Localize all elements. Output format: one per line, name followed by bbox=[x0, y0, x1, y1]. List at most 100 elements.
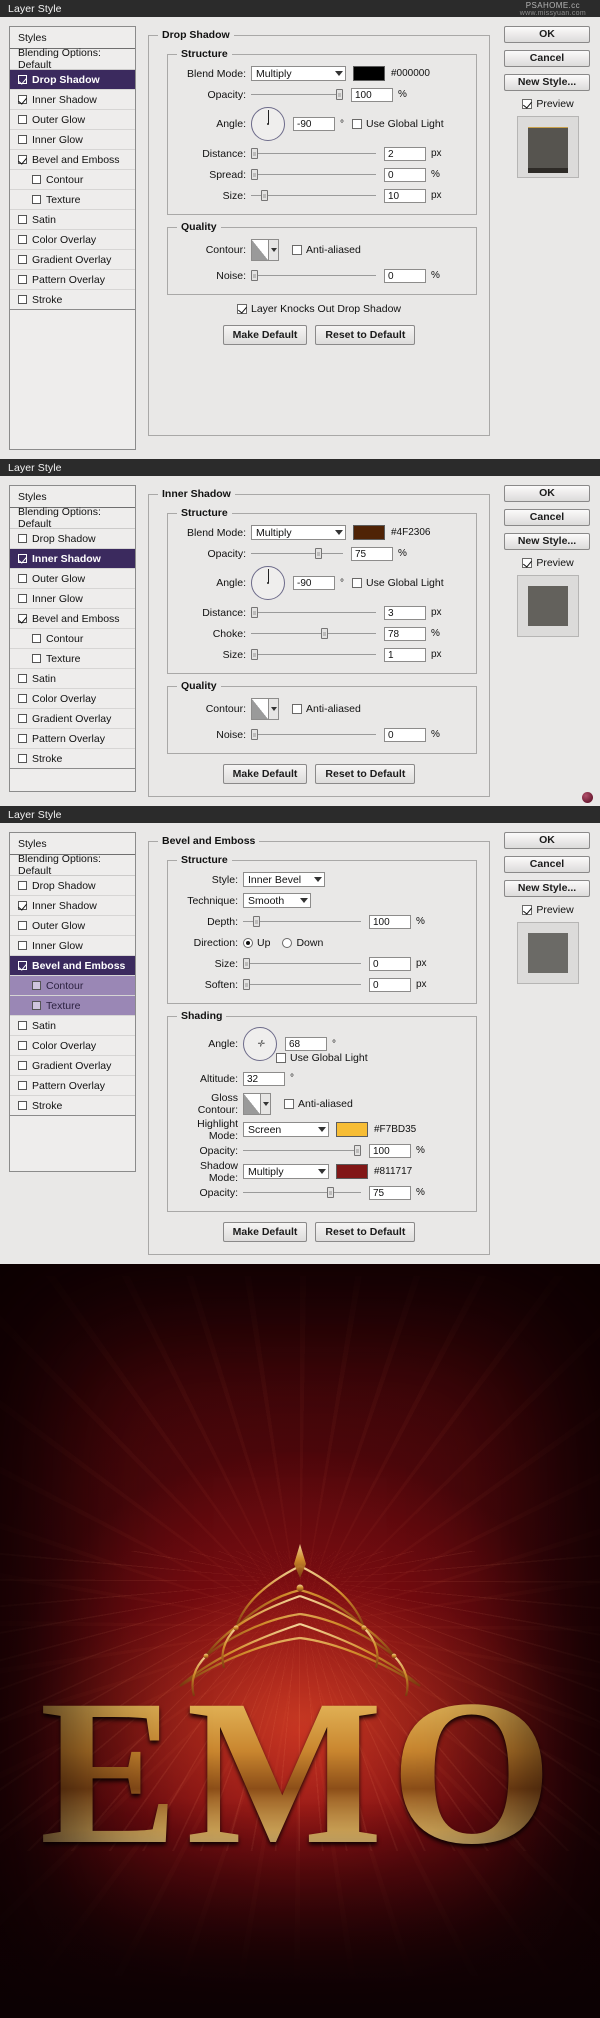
slider-knob[interactable] bbox=[243, 958, 250, 969]
checkbox-stroke[interactable] bbox=[18, 1101, 27, 1110]
angle-input[interactable]: -90 bbox=[293, 576, 335, 590]
checkbox-gradient-overlay[interactable] bbox=[18, 255, 27, 264]
style-item-gradient-overlay[interactable]: Gradient Overlay bbox=[10, 1056, 135, 1076]
use-global-light-checkbox[interactable]: Use Global Light bbox=[352, 577, 444, 589]
checkbox-pattern-overlay[interactable] bbox=[18, 1081, 27, 1090]
style-item-outer-glow[interactable]: Outer Glow bbox=[10, 110, 135, 130]
style-item-color-overlay[interactable]: Color Overlay bbox=[10, 689, 135, 709]
use-global-light-checkbox[interactable]: Use Global Light bbox=[352, 118, 444, 130]
size-input[interactable]: 10 bbox=[384, 189, 426, 203]
opacity-slider[interactable] bbox=[251, 548, 343, 560]
checkbox-inner-shadow[interactable] bbox=[18, 901, 27, 910]
size-slider[interactable] bbox=[251, 190, 376, 202]
checkbox-outer-glow[interactable] bbox=[18, 574, 27, 583]
checkbox-bevel-and-emboss[interactable] bbox=[18, 614, 27, 623]
style-item-satin[interactable]: Satin bbox=[10, 669, 135, 689]
layer-knocks-out-checkbox[interactable]: Layer Knocks Out Drop Shadow bbox=[237, 303, 401, 315]
slider-knob[interactable] bbox=[253, 916, 260, 927]
highlight-opacity-input[interactable]: 100 bbox=[369, 1144, 411, 1158]
style-item-inner-glow[interactable]: Inner Glow bbox=[10, 130, 135, 150]
checkbox-color-overlay[interactable] bbox=[18, 235, 27, 244]
highlight-mode-select[interactable]: Screen bbox=[243, 1122, 329, 1137]
distance-slider[interactable] bbox=[251, 148, 376, 160]
contour-picker[interactable] bbox=[251, 239, 279, 261]
checkbox-bevel-and-emboss[interactable] bbox=[18, 961, 27, 970]
slider-knob[interactable] bbox=[315, 548, 322, 559]
checkbox-outer-glow[interactable] bbox=[18, 921, 27, 930]
style-item-bevel-and-emboss[interactable]: Bevel and Emboss bbox=[10, 150, 135, 170]
reset-to-default-button[interactable]: Reset to Default bbox=[315, 1222, 415, 1242]
slider-knob[interactable] bbox=[251, 649, 258, 660]
checkbox-inner-glow[interactable] bbox=[18, 594, 27, 603]
style-item-inner-glow[interactable]: Inner Glow bbox=[10, 589, 135, 609]
checkbox-satin[interactable] bbox=[18, 215, 27, 224]
slider-knob[interactable] bbox=[251, 270, 258, 281]
preview-checkbox[interactable]: Preview bbox=[504, 557, 592, 569]
slider-knob[interactable] bbox=[243, 979, 250, 990]
checkbox-drop-shadow[interactable] bbox=[18, 534, 27, 543]
slider-knob[interactable] bbox=[251, 607, 258, 618]
style-item-drop-shadow[interactable]: Drop Shadow bbox=[10, 529, 135, 549]
style-item-stroke[interactable]: Stroke bbox=[10, 749, 135, 768]
style-item-contour[interactable]: Contour bbox=[10, 976, 135, 996]
anti-aliased-checkbox[interactable]: Anti-aliased bbox=[284, 1098, 353, 1110]
choke-slider[interactable] bbox=[251, 628, 376, 640]
blending-options-row[interactable]: Blending Options: Default bbox=[10, 49, 135, 70]
style-item-stroke[interactable]: Stroke bbox=[10, 290, 135, 309]
blend-mode-select[interactable]: Multiply bbox=[251, 525, 346, 540]
direction-down-radio[interactable]: Down bbox=[282, 937, 323, 949]
cancel-button[interactable]: Cancel bbox=[504, 856, 590, 873]
style-item-pattern-overlay[interactable]: Pattern Overlay bbox=[10, 270, 135, 290]
checkbox-inner-glow[interactable] bbox=[18, 941, 27, 950]
style-item-contour[interactable]: Contour bbox=[10, 170, 135, 190]
checkbox-outer-glow[interactable] bbox=[18, 115, 27, 124]
style-item-stroke[interactable]: Stroke bbox=[10, 1096, 135, 1115]
new-style-button[interactable]: New Style... bbox=[504, 533, 590, 550]
slider-knob[interactable] bbox=[336, 89, 343, 100]
slider-knob[interactable] bbox=[251, 169, 258, 180]
direction-up-radio[interactable]: Up bbox=[243, 937, 270, 949]
style-item-drop-shadow[interactable]: Drop Shadow bbox=[10, 876, 135, 896]
blending-options-row[interactable]: Blending Options: Default bbox=[10, 508, 135, 529]
checkbox-gradient-overlay[interactable] bbox=[18, 1061, 27, 1070]
noise-input[interactable]: 0 bbox=[384, 728, 426, 742]
style-item-texture[interactable]: Texture bbox=[10, 190, 135, 210]
contour-picker[interactable] bbox=[251, 698, 279, 720]
cancel-button[interactable]: Cancel bbox=[504, 50, 590, 67]
size-input[interactable]: 0 bbox=[369, 957, 411, 971]
shadow-opacity-input[interactable]: 75 bbox=[369, 1186, 411, 1200]
style-item-texture[interactable]: Texture bbox=[10, 996, 135, 1016]
checkbox-texture[interactable] bbox=[32, 1001, 41, 1010]
spread-input[interactable]: 0 bbox=[384, 168, 426, 182]
slider-knob[interactable] bbox=[251, 729, 258, 740]
soften-input[interactable]: 0 bbox=[369, 978, 411, 992]
style-item-inner-shadow[interactable]: Inner Shadow bbox=[10, 896, 135, 916]
noise-slider[interactable] bbox=[251, 729, 376, 741]
size-input[interactable]: 1 bbox=[384, 648, 426, 662]
highlight-opacity-slider[interactable] bbox=[243, 1145, 361, 1157]
style-item-color-overlay[interactable]: Color Overlay bbox=[10, 230, 135, 250]
style-item-drop-shadow[interactable]: Drop Shadow bbox=[10, 70, 135, 90]
style-item-inner-shadow[interactable]: Inner Shadow bbox=[10, 549, 135, 569]
checkbox-color-overlay[interactable] bbox=[18, 694, 27, 703]
slider-knob[interactable] bbox=[354, 1145, 361, 1156]
style-item-outer-glow[interactable]: Outer Glow bbox=[10, 569, 135, 589]
checkbox-stroke[interactable] bbox=[18, 295, 27, 304]
slider-knob[interactable] bbox=[327, 1187, 334, 1198]
contour-dropdown-button[interactable] bbox=[268, 240, 278, 260]
depth-input[interactable]: 100 bbox=[369, 915, 411, 929]
style-item-pattern-overlay[interactable]: Pattern Overlay bbox=[10, 1076, 135, 1096]
checkbox-inner-shadow[interactable] bbox=[18, 554, 27, 563]
slider-knob[interactable] bbox=[251, 148, 258, 159]
use-global-light-checkbox[interactable]: Use Global Light bbox=[276, 1052, 368, 1064]
style-item-satin[interactable]: Satin bbox=[10, 210, 135, 230]
ok-button[interactable]: OK bbox=[504, 832, 590, 849]
size-slider[interactable] bbox=[251, 649, 376, 661]
checkbox-inner-glow[interactable] bbox=[18, 135, 27, 144]
style-item-gradient-overlay[interactable]: Gradient Overlay bbox=[10, 709, 135, 729]
cancel-button[interactable]: Cancel bbox=[504, 509, 590, 526]
anti-aliased-checkbox[interactable]: Anti-aliased bbox=[292, 244, 361, 256]
make-default-button[interactable]: Make Default bbox=[223, 325, 308, 345]
angle-dial[interactable]: ✛ bbox=[243, 1027, 277, 1061]
checkbox-gradient-overlay[interactable] bbox=[18, 714, 27, 723]
